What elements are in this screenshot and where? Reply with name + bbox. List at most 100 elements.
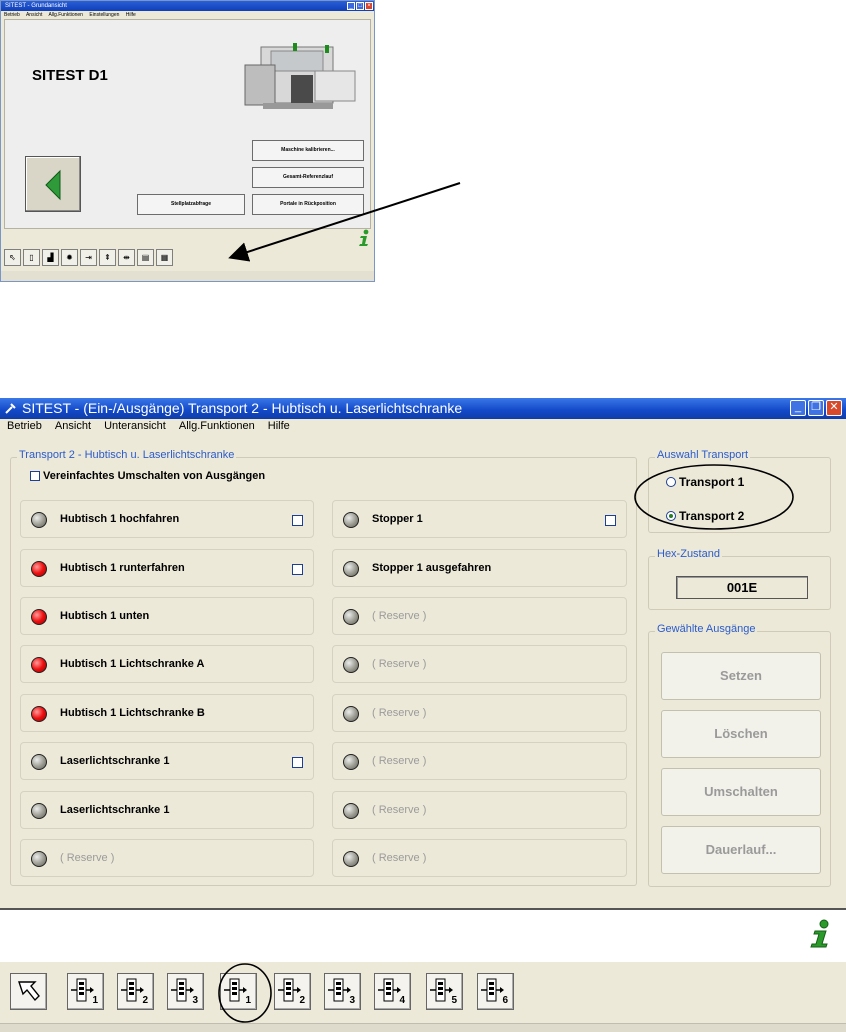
io-label: Hubtisch 1 hochfahren — [60, 513, 180, 525]
io-window: SITEST - (Ein-/Ausgänge) Transport 2 - H… — [0, 398, 846, 1032]
io-row[interactable]: Hubtisch 1 Lichtschranke A — [20, 645, 314, 683]
io-row[interactable]: Hubtisch 1 Lichtschranke B — [20, 694, 314, 732]
minimize-button[interactable]: _ — [790, 400, 806, 416]
io-row[interactable]: ( Reserve ) — [332, 742, 627, 780]
status-led-icon — [343, 609, 359, 625]
io-row[interactable]: Hubtisch 1 unten — [20, 597, 314, 635]
wrench-icon — [5, 403, 16, 414]
status-led-icon — [31, 851, 47, 867]
output-checkbox[interactable] — [605, 515, 616, 526]
io-row[interactable]: ( Reserve ) — [332, 645, 627, 683]
close-button[interactable]: ✕ — [826, 400, 842, 416]
menu-unteransicht[interactable]: Unteransicht — [104, 420, 166, 432]
toggle-button[interactable]: Umschalten — [661, 768, 821, 816]
menu-hilfe[interactable]: Hilfe — [268, 420, 290, 432]
maximize-button[interactable]: ❐ — [808, 400, 824, 416]
status-led-icon — [343, 851, 359, 867]
status-led-icon — [343, 754, 359, 770]
io-row[interactable]: Laserlichtschranke 1 — [20, 742, 314, 780]
io-group-legend: Transport 2 - Hubtisch u. Laserlichtschr… — [17, 449, 237, 461]
output-checkbox[interactable] — [292, 564, 303, 575]
annotation-arrow — [228, 182, 461, 262]
io-content: Transport 2 - Hubtisch u. Laserlichtschr… — [0, 434, 846, 910]
menu-betrieb[interactable]: Betrieb — [7, 420, 42, 432]
annotation-circle-toolbar — [218, 963, 272, 1023]
io-label: ( Reserve ) — [372, 707, 427, 719]
continuous-run-button[interactable]: Dauerlauf... — [661, 826, 821, 874]
io-view-button[interactable]: 6 — [477, 973, 514, 1010]
io-label: ( Reserve ) — [372, 610, 427, 622]
io-view-button[interactable]: 4 — [374, 973, 411, 1010]
status-led-icon — [31, 803, 47, 819]
window-title: SITEST - (Ein-/Ausgänge) Transport 2 - H… — [22, 400, 463, 416]
io-label: Laserlichtschranke 1 — [60, 804, 170, 816]
io-row[interactable]: ( Reserve ) — [332, 839, 627, 877]
io-view-number: 4 — [399, 995, 405, 1006]
io-label: Stopper 1 ausgefahren — [372, 562, 492, 574]
io-row[interactable]: ( Reserve ) — [332, 597, 627, 635]
io-label: ( Reserve ) — [372, 658, 427, 670]
hex-group: 001E — [648, 556, 831, 610]
status-led-icon — [343, 657, 359, 673]
status-led-icon — [343, 706, 359, 722]
window-titlebar: SITEST - (Ein-/Ausgänge) Transport 2 - H… — [0, 398, 846, 419]
io-view-number: 2 — [142, 995, 148, 1006]
io-view-button[interactable]: 3 — [324, 973, 361, 1010]
io-view-button[interactable]: 3 — [167, 973, 204, 1010]
status-led-icon — [31, 512, 47, 528]
io-view-button[interactable]: 2 — [117, 973, 154, 1010]
status-led-icon — [31, 561, 47, 577]
clear-button[interactable]: Löschen — [661, 710, 821, 758]
output-checkbox[interactable] — [292, 757, 303, 768]
io-row[interactable]: Hubtisch 1 runterfahren — [20, 549, 314, 587]
io-view-button[interactable]: 5 — [426, 973, 463, 1010]
io-row[interactable]: ( Reserve ) — [20, 839, 314, 877]
io-view-number: 3 — [192, 995, 198, 1006]
io-label: Stopper 1 — [372, 513, 423, 525]
annotation-ellipse-transport — [634, 464, 794, 530]
io-label: ( Reserve ) — [372, 755, 427, 767]
status-led-icon — [31, 754, 47, 770]
pointer-arrow-icon — [18, 981, 40, 1002]
io-row[interactable]: Hubtisch 1 hochfahren — [20, 500, 314, 538]
io-row[interactable]: ( Reserve ) — [332, 791, 627, 829]
outputs-group-legend: Gewählte Ausgänge — [655, 623, 758, 635]
set-button[interactable]: Setzen — [661, 652, 821, 700]
io-row[interactable]: Laserlichtschranke 1 — [20, 791, 314, 829]
status-led-icon — [31, 657, 47, 673]
status-strip — [0, 1023, 846, 1032]
io-label: Hubtisch 1 runterfahren — [60, 562, 185, 574]
bottom-toolbar: 123123456 — [0, 962, 846, 1032]
status-led-icon — [343, 803, 359, 819]
status-led-icon — [343, 512, 359, 528]
simplified-toggle-checkbox[interactable] — [30, 471, 40, 481]
menu-allg-funktionen[interactable]: Allg.Funktionen — [179, 420, 255, 432]
io-label: ( Reserve ) — [372, 804, 427, 816]
output-checkbox[interactable] — [292, 515, 303, 526]
io-view-number: 1 — [92, 995, 98, 1006]
io-label: Hubtisch 1 Lichtschranke B — [60, 707, 205, 719]
outputs-group: Setzen Löschen Umschalten Dauerlauf... — [648, 631, 831, 887]
menubar: Betrieb Ansicht Unteransicht Allg.Funkti… — [0, 419, 846, 434]
hex-group-legend: Hex-Zustand — [655, 548, 722, 560]
io-view-number: 3 — [349, 995, 355, 1006]
menu-ansicht[interactable]: Ansicht — [55, 420, 91, 432]
io-label: Hubtisch 1 Lichtschranke A — [60, 658, 205, 670]
io-label: ( Reserve ) — [372, 852, 427, 864]
io-view-number: 6 — [502, 995, 508, 1006]
io-view-number: 2 — [299, 995, 305, 1006]
io-view-button[interactable]: 2 — [274, 973, 311, 1010]
pointer-button[interactable] — [10, 973, 47, 1010]
status-led-icon — [31, 706, 47, 722]
transport-group-legend: Auswahl Transport — [655, 449, 751, 461]
io-label: ( Reserve ) — [60, 852, 115, 864]
info-icon[interactable] — [808, 919, 832, 949]
io-label: Laserlichtschranke 1 — [60, 755, 170, 767]
io-view-button[interactable]: 1 — [67, 973, 104, 1010]
io-row[interactable]: Stopper 1 — [332, 500, 627, 538]
simplified-toggle-label: Vereinfachtes Umschalten von Ausgängen — [43, 470, 266, 482]
simplified-toggle[interactable]: Vereinfachtes Umschalten von Ausgängen — [30, 470, 265, 482]
io-row[interactable]: Stopper 1 ausgefahren — [332, 549, 627, 587]
io-view-number: 5 — [451, 995, 457, 1006]
io-row[interactable]: ( Reserve ) — [332, 694, 627, 732]
